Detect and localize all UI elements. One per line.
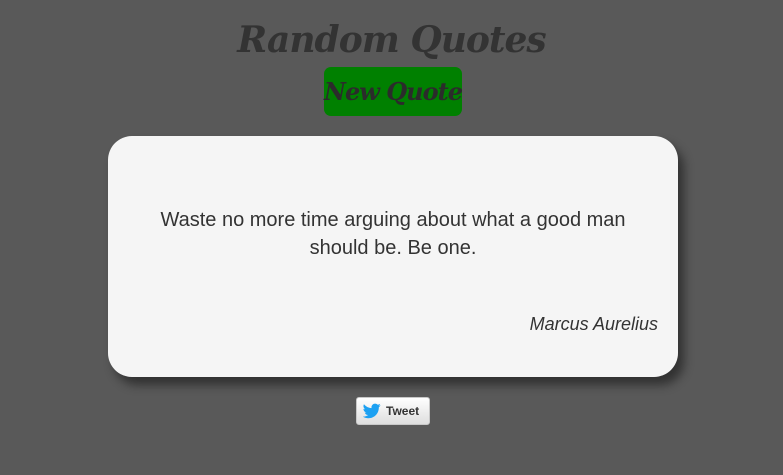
quote-card: Waste no more time arguing about what a … <box>108 136 678 377</box>
new-quote-button[interactable]: New Quote <box>324 67 463 116</box>
quote-author: Marcus Aurelius <box>529 314 658 334</box>
twitter-bird-icon <box>362 403 381 419</box>
tweet-label: Tweet <box>386 404 420 418</box>
tweet-button[interactable]: Tweet <box>356 397 430 425</box>
quote-text: Waste no more time arguing about what a … <box>160 209 626 259</box>
page-title: Random Quotes <box>237 19 546 61</box>
